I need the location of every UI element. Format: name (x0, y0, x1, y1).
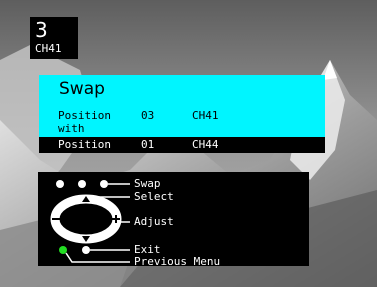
channel-indicator: 3 CH41 (30, 17, 78, 59)
swap-target-row[interactable]: Position 01 CH44 (39, 137, 325, 153)
target-position: 01 (141, 138, 155, 151)
remote-help-panel: Swap Select Adjust Exit Previous Menu (38, 172, 309, 268)
position-label: Position (58, 138, 111, 151)
target-channel: CH44 (192, 138, 219, 151)
button-dot-icon (78, 180, 86, 188)
help-previous-menu: Previous Menu (134, 255, 221, 268)
exit-button-icon (82, 246, 90, 254)
help-select: Select (134, 190, 174, 203)
help-adjust: Adjust (134, 215, 174, 228)
swap-title: Swap (59, 79, 105, 99)
swap-panel: Swap Position 03 CH41 with Position 01 C… (39, 75, 325, 153)
swap-button-icon (100, 180, 108, 188)
with-row: with (39, 121, 325, 137)
navigation-pad-icon (50, 194, 122, 244)
channel-number: 3 (35, 18, 48, 42)
previous-menu-button-icon (59, 246, 67, 254)
help-swap: Swap (134, 177, 161, 190)
button-dot-icon (56, 180, 64, 188)
channel-name: CH41 (35, 42, 62, 55)
with-label: with (58, 122, 85, 135)
